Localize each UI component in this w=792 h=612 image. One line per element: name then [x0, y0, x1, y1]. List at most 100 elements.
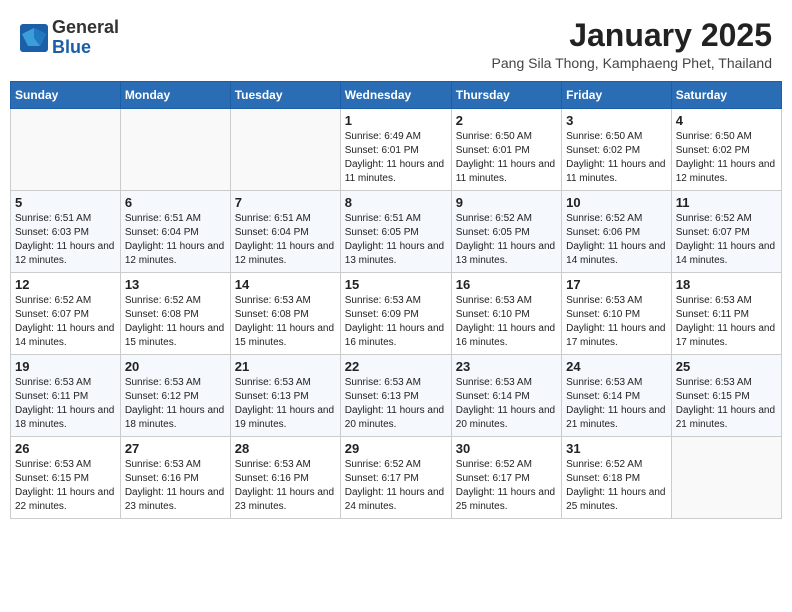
calendar-cell: 4 Sunrise: 6:50 AM Sunset: 6:02 PM Daylig…	[671, 109, 781, 191]
day-number: 7	[235, 195, 336, 210]
day-number: 24	[566, 359, 667, 374]
calendar-week-1: 1 Sunrise: 6:49 AM Sunset: 6:01 PM Daylig…	[11, 109, 782, 191]
calendar-cell: 30 Sunrise: 6:52 AM Sunset: 6:17 PM Dayli…	[451, 437, 561, 519]
calendar-cell: 31 Sunrise: 6:52 AM Sunset: 6:18 PM Dayli…	[562, 437, 672, 519]
day-info: Sunrise: 6:52 AM Sunset: 6:07 PM Dayligh…	[676, 212, 777, 268]
day-info: Sunrise: 6:51 AM Sunset: 6:05 PM Dayligh…	[345, 212, 447, 268]
day-info: Sunrise: 6:53 AM Sunset: 6:10 PM Dayligh…	[566, 294, 667, 350]
calendar-cell: 26Sunrise: 6:53 AM Sunset: 6:15 PM Dayli…	[11, 437, 121, 519]
day-info: Sunrise: 6:53 AM Sunset: 6:11 PM Dayligh…	[15, 376, 116, 432]
day-info: Sunrise: 6:53 AM Sunset: 6:13 PM Dayligh…	[235, 376, 336, 432]
day-info: Sunrise: 6:52 AM Sunset: 6:18 PM Dayligh…	[566, 458, 667, 514]
calendar-cell: 9 Sunrise: 6:52 AM Sunset: 6:05 PM Daylig…	[451, 191, 561, 273]
day-number: 8	[345, 195, 447, 210]
calendar-cell: 27 Sunrise: 6:53 AM Sunset: 6:16 PM Dayli…	[120, 437, 230, 519]
calendar-week-2: 5Sunrise: 6:51 AM Sunset: 6:03 PM Daylig…	[11, 191, 782, 273]
calendar-cell	[120, 109, 230, 191]
calendar-cell: 2 Sunrise: 6:50 AM Sunset: 6:01 PM Daylig…	[451, 109, 561, 191]
calendar-cell: 22 Sunrise: 6:53 AM Sunset: 6:13 PM Dayli…	[340, 355, 451, 437]
day-number: 2	[456, 113, 557, 128]
calendar-week-5: 26Sunrise: 6:53 AM Sunset: 6:15 PM Dayli…	[11, 437, 782, 519]
day-info: Sunrise: 6:53 AM Sunset: 6:08 PM Dayligh…	[235, 294, 336, 350]
location-subtitle: Pang Sila Thong, Kamphaeng Phet, Thailan…	[492, 55, 772, 71]
calendar-week-4: 19Sunrise: 6:53 AM Sunset: 6:11 PM Dayli…	[11, 355, 782, 437]
day-info: Sunrise: 6:50 AM Sunset: 6:01 PM Dayligh…	[456, 130, 557, 186]
day-info: Sunrise: 6:52 AM Sunset: 6:05 PM Dayligh…	[456, 212, 557, 268]
calendar-cell: 25Sunrise: 6:53 AM Sunset: 6:15 PM Dayli…	[671, 355, 781, 437]
calendar-cell: 12 Sunrise: 6:52 AM Sunset: 6:07 PM Dayli…	[11, 273, 121, 355]
day-number: 28	[235, 441, 336, 456]
day-number: 30	[456, 441, 557, 456]
day-info: Sunrise: 6:53 AM Sunset: 6:15 PM Dayligh…	[15, 458, 116, 514]
calendar-cell: 5Sunrise: 6:51 AM Sunset: 6:03 PM Daylig…	[11, 191, 121, 273]
calendar-cell: 11 Sunrise: 6:52 AM Sunset: 6:07 PM Dayli…	[671, 191, 781, 273]
calendar-cell: 8 Sunrise: 6:51 AM Sunset: 6:05 PM Daylig…	[340, 191, 451, 273]
calendar-table: SundayMondayTuesdayWednesdayThursdayFrid…	[10, 81, 782, 519]
day-info: Sunrise: 6:53 AM Sunset: 6:16 PM Dayligh…	[125, 458, 226, 514]
calendar-cell: 14 Sunrise: 6:53 AM Sunset: 6:08 PM Dayli…	[230, 273, 340, 355]
day-info: Sunrise: 6:52 AM Sunset: 6:17 PM Dayligh…	[345, 458, 447, 514]
day-number: 27	[125, 441, 226, 456]
day-info: Sunrise: 6:50 AM Sunset: 6:02 PM Dayligh…	[566, 130, 667, 186]
day-number: 25	[676, 359, 777, 374]
logo-general: General	[52, 18, 119, 38]
day-number: 1	[345, 113, 447, 128]
column-header-wednesday: Wednesday	[340, 82, 451, 109]
calendar-cell: 7 Sunrise: 6:51 AM Sunset: 6:04 PM Daylig…	[230, 191, 340, 273]
logo-blue: Blue	[52, 38, 119, 58]
calendar-cell: 10Sunrise: 6:52 AM Sunset: 6:06 PM Dayli…	[562, 191, 672, 273]
day-number: 17	[566, 277, 667, 292]
day-info: Sunrise: 6:53 AM Sunset: 6:13 PM Dayligh…	[345, 376, 447, 432]
day-number: 20	[125, 359, 226, 374]
logo-icon	[20, 24, 48, 52]
day-number: 9	[456, 195, 557, 210]
day-number: 14	[235, 277, 336, 292]
day-info: Sunrise: 6:53 AM Sunset: 6:16 PM Dayligh…	[235, 458, 336, 514]
day-info: Sunrise: 6:53 AM Sunset: 6:12 PM Dayligh…	[125, 376, 226, 432]
logo: General Blue	[20, 18, 119, 58]
day-number: 31	[566, 441, 667, 456]
logo-text: General Blue	[52, 18, 119, 58]
column-header-tuesday: Tuesday	[230, 82, 340, 109]
calendar-cell: 16Sunrise: 6:53 AM Sunset: 6:10 PM Dayli…	[451, 273, 561, 355]
calendar-cell: 17 Sunrise: 6:53 AM Sunset: 6:10 PM Dayli…	[562, 273, 672, 355]
day-number: 3	[566, 113, 667, 128]
day-info: Sunrise: 6:50 AM Sunset: 6:02 PM Dayligh…	[676, 130, 777, 186]
title-section: January 2025 Pang Sila Thong, Kamphaeng …	[492, 18, 772, 71]
day-info: Sunrise: 6:52 AM Sunset: 6:07 PM Dayligh…	[15, 294, 116, 350]
calendar-cell: 21 Sunrise: 6:53 AM Sunset: 6:13 PM Dayli…	[230, 355, 340, 437]
day-number: 21	[235, 359, 336, 374]
calendar-cell: 6 Sunrise: 6:51 AM Sunset: 6:04 PM Daylig…	[120, 191, 230, 273]
calendar-cell	[11, 109, 121, 191]
day-info: Sunrise: 6:51 AM Sunset: 6:04 PM Dayligh…	[125, 212, 226, 268]
calendar-cell: 18Sunrise: 6:53 AM Sunset: 6:11 PM Dayli…	[671, 273, 781, 355]
calendar-cell: 23 Sunrise: 6:53 AM Sunset: 6:14 PM Dayli…	[451, 355, 561, 437]
calendar-week-3: 12 Sunrise: 6:52 AM Sunset: 6:07 PM Dayli…	[11, 273, 782, 355]
calendar-cell: 15Sunrise: 6:53 AM Sunset: 6:09 PM Dayli…	[340, 273, 451, 355]
day-info: Sunrise: 6:51 AM Sunset: 6:04 PM Dayligh…	[235, 212, 336, 268]
day-number: 22	[345, 359, 447, 374]
column-header-sunday: Sunday	[11, 82, 121, 109]
day-number: 23	[456, 359, 557, 374]
day-info: Sunrise: 6:53 AM Sunset: 6:14 PM Dayligh…	[456, 376, 557, 432]
day-info: Sunrise: 6:49 AM Sunset: 6:01 PM Dayligh…	[345, 130, 447, 186]
day-number: 5	[15, 195, 116, 210]
calendar-cell: 28 Sunrise: 6:53 AM Sunset: 6:16 PM Dayli…	[230, 437, 340, 519]
calendar-cell	[230, 109, 340, 191]
calendar-cell: 20 Sunrise: 6:53 AM Sunset: 6:12 PM Dayli…	[120, 355, 230, 437]
calendar-cell: 24 Sunrise: 6:53 AM Sunset: 6:14 PM Dayli…	[562, 355, 672, 437]
day-number: 18	[676, 277, 777, 292]
day-number: 11	[676, 195, 777, 210]
calendar-header-row: SundayMondayTuesdayWednesdayThursdayFrid…	[11, 82, 782, 109]
day-info: Sunrise: 6:52 AM Sunset: 6:06 PM Dayligh…	[566, 212, 667, 268]
day-info: Sunrise: 6:52 AM Sunset: 6:17 PM Dayligh…	[456, 458, 557, 514]
day-number: 16	[456, 277, 557, 292]
day-number: 6	[125, 195, 226, 210]
day-number: 12	[15, 277, 116, 292]
column-header-friday: Friday	[562, 82, 672, 109]
month-title: January 2025	[492, 18, 772, 53]
calendar-cell: 19Sunrise: 6:53 AM Sunset: 6:11 PM Dayli…	[11, 355, 121, 437]
day-number: 29	[345, 441, 447, 456]
day-info: Sunrise: 6:53 AM Sunset: 6:14 PM Dayligh…	[566, 376, 667, 432]
day-number: 4	[676, 113, 777, 128]
